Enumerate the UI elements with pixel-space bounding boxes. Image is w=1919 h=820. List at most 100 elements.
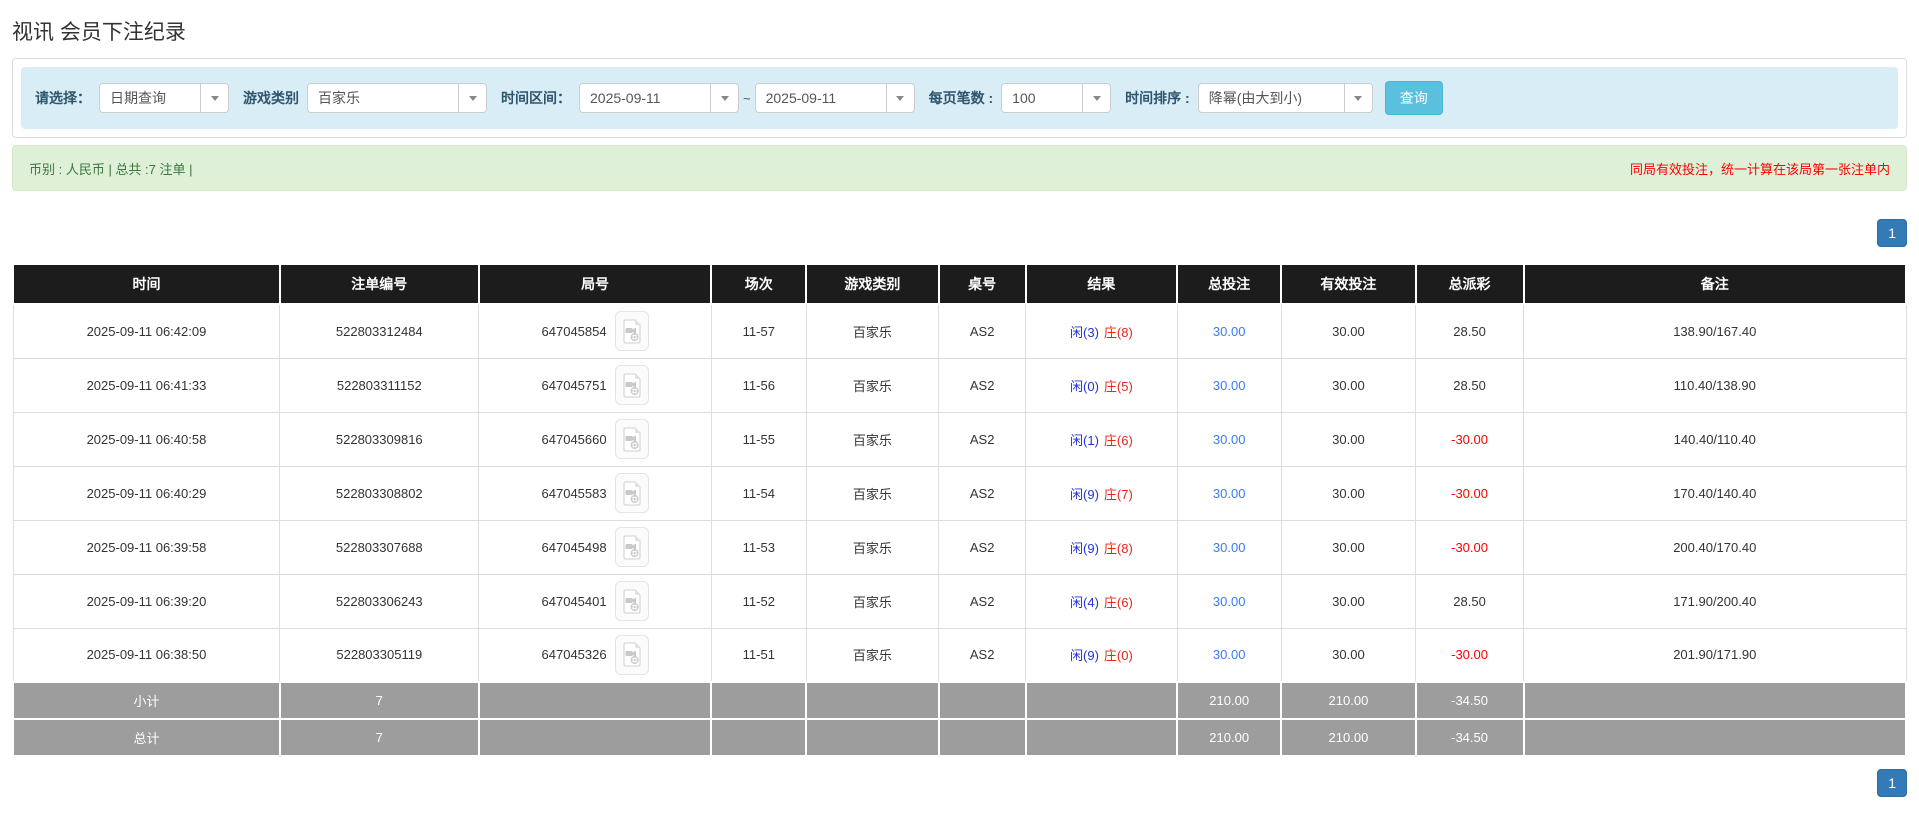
chevron-down-icon[interactable] <box>458 84 486 112</box>
date-to-select[interactable]: 2025-09-11 <box>754 83 915 113</box>
total-bet-link[interactable]: 30.00 <box>1213 647 1246 662</box>
game-type-cell: 百家乐 <box>805 627 940 683</box>
valid-bet-cell: 30.00 <box>1280 465 1417 521</box>
note-cell: 140.40/110.40 <box>1523 411 1907 467</box>
chevron-down-icon[interactable] <box>1343 84 1372 112</box>
note-cell: 201.90/171.90 <box>1523 627 1907 683</box>
pagination-page-1-top[interactable]: 1 <box>1877 219 1907 247</box>
query-mode-select[interactable]: 日期查询 <box>99 83 229 113</box>
result-player: 闲(0) <box>1070 378 1099 394</box>
table-no-cell: AS2 <box>938 357 1027 413</box>
round-wrap: 647045660 <box>542 419 649 459</box>
filter-panel: 请选择： 日期查询 游戏类别 百家乐 时间区间： 2025-09-11 ~ 20… <box>12 58 1907 138</box>
video-replay-button[interactable] <box>614 527 649 567</box>
round-id: 647045401 <box>541 593 607 609</box>
bet-id-cell: 522803307688 <box>279 519 480 575</box>
pagination-page-1-bottom[interactable]: 1 <box>1877 769 1907 797</box>
table-no-cell: AS2 <box>938 519 1027 575</box>
note-cell: 110.40/138.90 <box>1523 357 1907 413</box>
video-replay-button[interactable] <box>614 473 649 513</box>
video-replay-button[interactable] <box>614 365 649 405</box>
total-bet-link[interactable]: 30.00 <box>1213 486 1246 501</box>
same-round-warning-text: 同局有效投注，统一计算在该局第一张注单内 <box>1629 161 1890 177</box>
date-range-label: 时间区间： <box>501 90 571 106</box>
video-file-icon <box>622 481 642 506</box>
payout-cell: -30.00 <box>1415 465 1525 521</box>
time-sort-label: 时间排序 : <box>1125 90 1190 106</box>
chevron-down-icon[interactable] <box>885 84 914 112</box>
game-type-cell: 百家乐 <box>805 573 940 629</box>
video-replay-button[interactable] <box>614 634 649 675</box>
result-player: 闲(9) <box>1070 648 1099 664</box>
total-bet-link[interactable]: 30.00 <box>1213 324 1246 339</box>
total-bet-link[interactable]: 30.00 <box>1213 378 1246 393</box>
result-banker: 庄(8) <box>1103 324 1133 340</box>
pagination-top: 1 <box>12 219 1907 247</box>
round-wrap: 647045583 <box>542 473 649 513</box>
table-row: 2025-09-11 06:40:58 522803309816 647045660… <box>12 411 1907 467</box>
total-row: 总计 7 210.00 210.00 -34.50 <box>12 718 1908 757</box>
total-bet-link[interactable]: 30.00 <box>1213 540 1246 555</box>
result-banker: 庄(6) <box>1103 432 1133 448</box>
total-label: 总计 <box>12 718 281 757</box>
table-row: 2025-09-11 06:38:50 522803305119 647045326… <box>12 627 1907 683</box>
round-wrap: 647045751 <box>542 365 649 405</box>
result-cell: 闲(3) 庄(8) <box>1025 303 1178 359</box>
search-button[interactable]: 查询 <box>1384 81 1443 115</box>
payout-cell: 28.50 <box>1415 357 1525 413</box>
total-total-bet: 210.00 <box>1176 718 1283 757</box>
round-id: 647045751 <box>541 377 607 393</box>
valid-bet-cell: 30.00 <box>1280 357 1417 413</box>
round-id: 647045854 <box>541 323 607 339</box>
bet-id-cell: 522803305119 <box>279 627 480 683</box>
result-player: 闲(3) <box>1070 324 1099 340</box>
result-banker: 庄(8) <box>1103 540 1133 556</box>
game-type-cell: 百家乐 <box>805 519 940 575</box>
subtotal-label: 小计 <box>12 681 281 720</box>
chevron-down-icon[interactable] <box>1082 84 1110 112</box>
result-cell: 闲(9) 庄(8) <box>1025 519 1178 575</box>
bet-time-cell: 2025-09-11 06:38:50 <box>12 627 281 683</box>
total-bet-cell: 30.00 <box>1176 411 1282 467</box>
chevron-down-icon[interactable] <box>710 84 738 112</box>
table-no-cell: AS2 <box>938 411 1027 467</box>
session-cell: 11-57 <box>710 303 807 359</box>
result-banker: 庄(0) <box>1103 648 1133 664</box>
total-payout: -34.50 <box>1414 718 1525 757</box>
total-empty-round-id <box>477 718 713 757</box>
page-size-label: 每页笔数 : <box>928 90 994 106</box>
video-replay-button[interactable] <box>614 419 649 459</box>
valid-bet-cell: 30.00 <box>1280 411 1417 467</box>
bet-records-table: 时间 注单编号 局号 场次 游戏类别 桌号 结果 总投注 有效投注 总派彩 备注 2025-09-1… <box>12 263 1908 757</box>
game-type-label: 游戏类别 <box>243 90 299 106</box>
page-size-value: 100 <box>1012 90 1036 106</box>
note-cell: 200.40/170.40 <box>1523 519 1907 575</box>
subtotal-payout: -34.50 <box>1414 681 1525 720</box>
note-cell: 171.90/200.40 <box>1523 573 1907 629</box>
video-replay-button[interactable] <box>614 311 649 352</box>
game-type-value: 百家乐 <box>318 90 360 106</box>
result-player: 闲(9) <box>1070 540 1099 556</box>
payout-cell: -30.00 <box>1415 627 1525 683</box>
subtotal-empty-note <box>1522 681 1908 720</box>
chevron-down-icon[interactable] <box>200 84 228 112</box>
total-bet-cell: 30.00 <box>1176 465 1282 521</box>
result-player: 闲(1) <box>1070 432 1099 448</box>
video-replay-button[interactable] <box>614 581 649 621</box>
page-size-select[interactable]: 100 <box>1001 83 1112 113</box>
bet-id-cell: 522803306243 <box>279 573 480 629</box>
game-type-cell: 百家乐 <box>805 411 940 467</box>
filter-bar: 请选择： 日期查询 游戏类别 百家乐 时间区间： 2025-09-11 ~ 20… <box>21 67 1898 129</box>
time-sort-select[interactable]: 降幂(由大到小) <box>1197 83 1373 113</box>
page-title: 视讯 会员下注纪录 <box>12 21 186 44</box>
total-bet-link[interactable]: 30.00 <box>1213 594 1246 609</box>
video-file-icon <box>622 319 642 344</box>
col-header-1: 注单编号 <box>278 263 480 305</box>
game-type-select[interactable]: 百家乐 <box>307 83 487 113</box>
payout-cell: 28.50 <box>1415 573 1525 629</box>
date-from-select[interactable]: 2025-09-11 <box>579 83 739 113</box>
total-empty-table-no <box>937 718 1027 757</box>
round-id-cell: 647045751 <box>478 357 712 413</box>
total-bet-link[interactable]: 30.00 <box>1213 432 1246 447</box>
subtotal-empty-table-no <box>937 681 1027 720</box>
